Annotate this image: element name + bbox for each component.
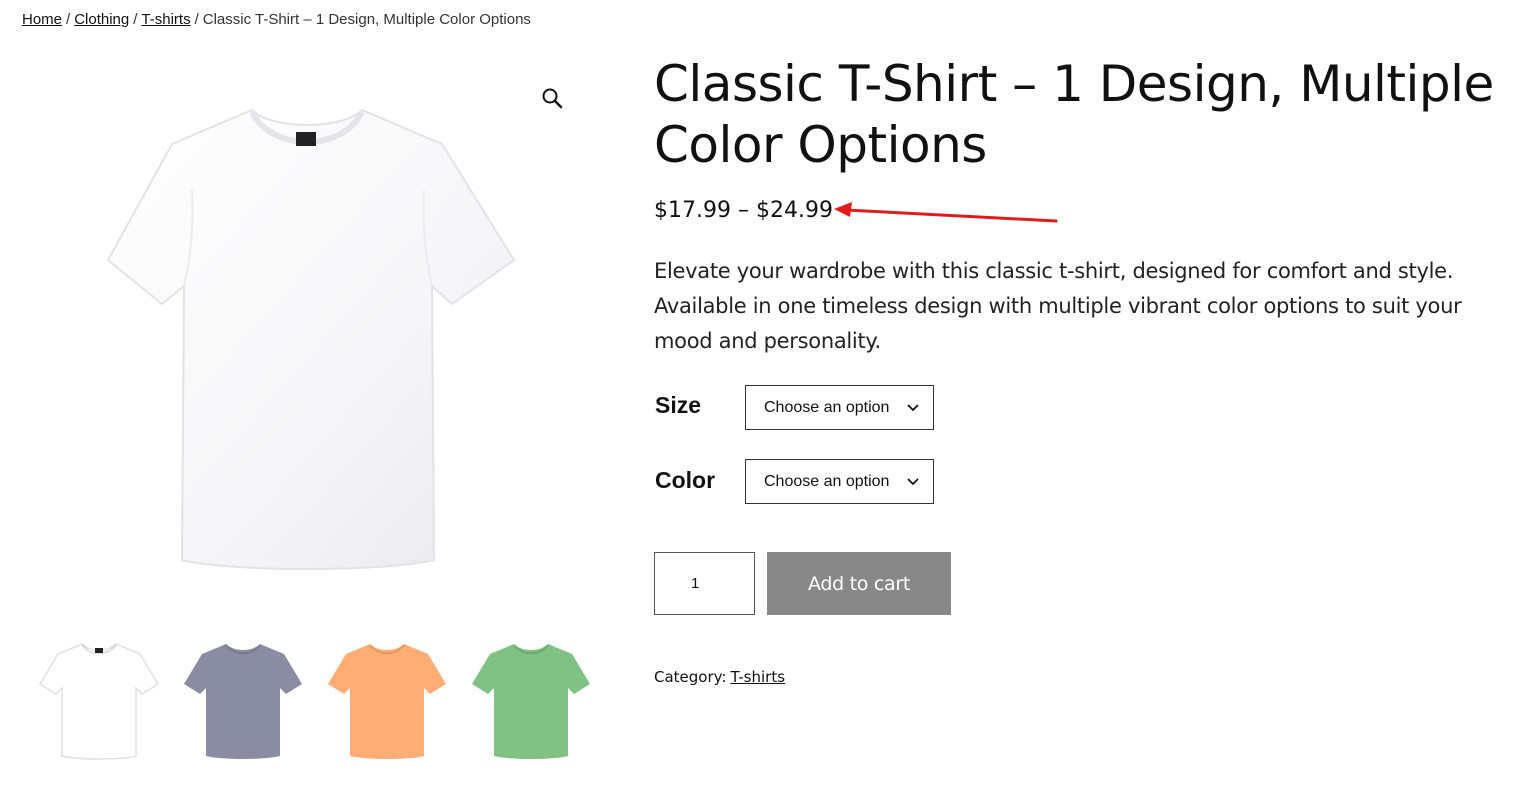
product-description: Elevate your wardrobe with this classic … <box>654 259 1462 353</box>
price-range: $17.99 – $24.99 <box>654 198 833 223</box>
chevron-down-icon <box>907 404 919 412</box>
thumbnail-white[interactable] <box>36 632 162 768</box>
breadcrumb-clothing-link[interactable]: Clothing <box>74 11 129 28</box>
thumbnail-slate[interactable] <box>180 632 306 768</box>
product-main-image[interactable] <box>22 60 594 630</box>
thumbnail-green[interactable] <box>468 632 594 768</box>
thumbnail-gallery <box>36 632 596 768</box>
color-label: Color <box>655 467 716 493</box>
add-to-cart-button[interactable]: Add to cart <box>767 552 951 615</box>
breadcrumb-separator: / <box>194 11 199 28</box>
category-label: Category: <box>654 668 727 686</box>
breadcrumb-separator: / <box>66 11 71 28</box>
zoom-button[interactable] <box>538 84 566 112</box>
color-select-value: Choose an option <box>764 473 890 490</box>
size-select[interactable]: Choose an option <box>745 385 934 430</box>
product-category: Category: T-shirts <box>654 668 785 686</box>
white-tshirt-image <box>106 108 516 570</box>
breadcrumb-tshirts-link[interactable]: T-shirts <box>141 11 190 28</box>
chevron-down-icon <box>907 478 919 486</box>
annotation-arrow <box>834 202 1058 223</box>
breadcrumb-separator: / <box>133 11 138 28</box>
magnifier-icon <box>542 88 563 109</box>
size-label: Size <box>655 392 702 418</box>
tshirt-thumbnail-icon <box>38 643 160 760</box>
category-link[interactable]: T-shirts <box>730 668 785 686</box>
breadcrumb: Home / Clothing / T-shirts / Classic T-Shirt –… <box>22 11 531 28</box>
product-title: Classic T-Shirt – 1 Design, Multiple Col… <box>654 55 1494 174</box>
tshirt-thumbnail-icon <box>472 644 590 759</box>
tshirt-thumbnail-icon <box>328 644 446 759</box>
breadcrumb-home-link[interactable]: Home <box>22 11 62 28</box>
thumbnail-orange[interactable] <box>324 632 450 768</box>
tshirt-thumbnail-icon <box>184 644 302 759</box>
color-select[interactable]: Choose an option <box>745 459 934 504</box>
quantity-input[interactable] <box>654 552 755 615</box>
size-select-value: Choose an option <box>764 399 890 416</box>
breadcrumb-current: Classic T-Shirt – 1 Design, Multiple Col… <box>202 11 531 28</box>
